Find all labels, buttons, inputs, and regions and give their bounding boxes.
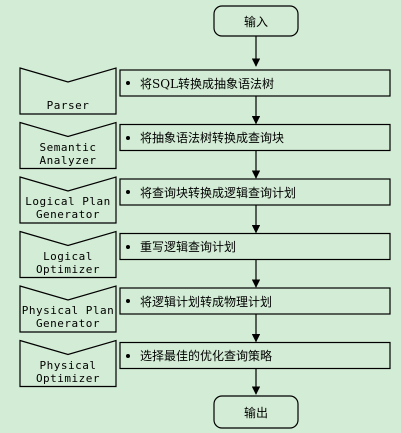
bullet-icon bbox=[126, 135, 130, 140]
stage-desc-6: 选择最佳的优化查询策略 bbox=[120, 343, 390, 369]
bullet-icon bbox=[126, 299, 130, 303]
stage-label-line: Logical Plan bbox=[25, 195, 111, 208]
stage-desc-5: 将逻辑计划转成物理计划 bbox=[120, 288, 390, 314]
stage-desc-3: 将查询块转换成逻辑查询计划 bbox=[120, 179, 390, 205]
stage-label-1: Parser bbox=[20, 99, 116, 112]
stage-desc-text: 将抽象语法树转换成查询块 bbox=[140, 131, 285, 145]
stage-label-5: Physical Plan Generator bbox=[20, 304, 116, 330]
stage-label-line: Generator bbox=[35, 208, 101, 221]
bullet-icon bbox=[126, 190, 130, 194]
stage-label-4: Logical Optimizer bbox=[20, 250, 116, 276]
stage-label-line: Analyzer bbox=[39, 153, 97, 167]
start-node: 输入 bbox=[214, 6, 298, 36]
stage-label-3: Logical Plan Generator bbox=[20, 195, 116, 221]
end-label: 输出 bbox=[243, 405, 268, 420]
bullet-icon bbox=[126, 81, 130, 85]
start-label: 输入 bbox=[243, 14, 268, 29]
stage-label-line: Physical bbox=[39, 358, 97, 372]
stage-label-line: Generator bbox=[35, 317, 101, 330]
flowchart: 输入 输出 Parser 将SQL转换成抽象语法树 Semantic Analyzer… bbox=[0, 0, 401, 433]
stage-label-line: Optimizer bbox=[35, 262, 101, 276]
stage-desc-4: 重写逻辑查询计划 bbox=[120, 234, 390, 260]
stage-label-line: Logical bbox=[43, 249, 93, 263]
stage-desc-text: 选择最佳的优化查询策略 bbox=[140, 349, 273, 363]
stage-label-line: Semantic bbox=[39, 140, 97, 154]
stage-desc-2: 将抽象语法树转换成查询块 bbox=[120, 125, 390, 151]
stage-label-2: Semantic Analyzer bbox=[20, 141, 116, 167]
stage-desc-text: 重写逻辑查询计划 bbox=[140, 240, 237, 254]
stage-label-6: Physical Optimizer bbox=[20, 359, 116, 385]
stage-label-line: Physical Plan bbox=[21, 304, 115, 317]
stage-desc-text: 将逻辑计划转成物理计划 bbox=[140, 294, 273, 309]
stage-label-line: Optimizer bbox=[35, 371, 101, 385]
bullet-icon bbox=[126, 353, 130, 358]
stage-label-line: Parser bbox=[46, 99, 90, 112]
stage-desc-text: 将SQL转换成抽象语法树 bbox=[140, 76, 275, 91]
stage-desc-1: 将SQL转换成抽象语法树 bbox=[120, 70, 390, 96]
stage-desc-text: 将查询块转换成逻辑查询计划 bbox=[140, 185, 297, 200]
bullet-icon bbox=[126, 244, 130, 249]
end-node: 输出 bbox=[214, 396, 298, 428]
